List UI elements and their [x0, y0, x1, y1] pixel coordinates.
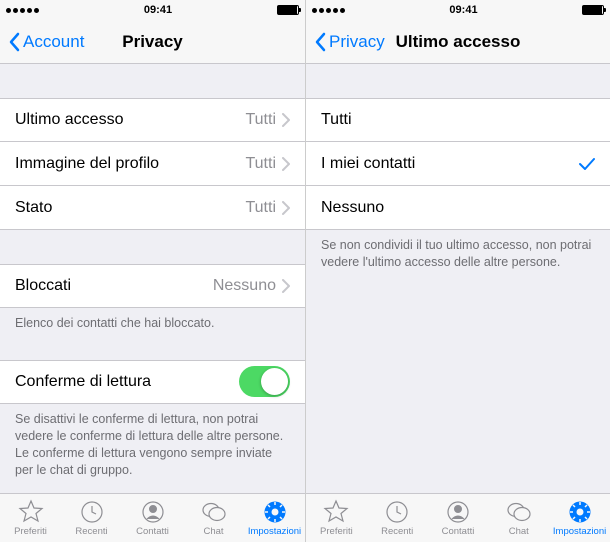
tab-contatti[interactable]: Contatti [122, 494, 183, 542]
checkmark-icon [579, 157, 595, 171]
cell-label: Bloccati [15, 277, 71, 295]
cell-value: Tutti [245, 155, 276, 173]
star-icon [18, 499, 44, 525]
row-ultimo-accesso[interactable]: Ultimo accesso Tutti [0, 98, 305, 142]
back-label: Privacy [329, 32, 385, 52]
tab-label: Recenti [75, 526, 107, 537]
tab-preferiti[interactable]: Preferiti [306, 494, 367, 542]
status-time: 09:41 [144, 4, 172, 16]
nav-bar: Account Privacy [0, 20, 305, 64]
battery-icon [582, 5, 604, 15]
chevron-right-icon [282, 201, 290, 215]
back-button[interactable]: Privacy [314, 32, 385, 52]
cell-label: I miei contatti [321, 155, 415, 173]
status-time: 09:41 [449, 4, 477, 16]
cell-label: Nessuno [321, 199, 384, 217]
tab-label: Contatti [442, 526, 475, 537]
contact-icon [445, 499, 471, 525]
cell-label: Immagine del profilo [15, 155, 159, 173]
contact-icon [140, 499, 166, 525]
tab-recenti[interactable]: Recenti [367, 494, 428, 542]
chevron-right-icon [282, 279, 290, 293]
page-title: Privacy [122, 32, 183, 52]
row-bloccati[interactable]: Bloccati Nessuno [0, 264, 305, 308]
screen-ultimo-accesso: 09:41 Privacy Ultimo accesso Tutti I mie… [305, 0, 610, 542]
tab-label: Chat [203, 526, 223, 537]
status-bar: 09:41 [306, 0, 610, 20]
star-icon [323, 499, 349, 525]
tab-bar: Preferiti Recenti Contatti Chat Impostaz… [0, 493, 305, 542]
back-button[interactable]: Account [8, 32, 84, 52]
chevron-left-icon [314, 32, 326, 52]
tab-label: Contatti [136, 526, 169, 537]
last-seen-footer: Se non condividi il tuo ultimo accesso, … [306, 230, 610, 279]
content-area: Tutti I miei contatti Nessuno Se non con… [306, 64, 610, 493]
tab-label: Preferiti [14, 526, 47, 537]
tab-bar: Preferiti Recenti Contatti Chat Impostaz… [306, 493, 610, 542]
row-immagine-profilo[interactable]: Immagine del profilo Tutti [0, 142, 305, 186]
tab-label: Impostazioni [248, 526, 301, 537]
tab-chat[interactable]: Chat [488, 494, 549, 542]
tab-impostazioni[interactable]: Impostazioni [549, 494, 610, 542]
option-miei-contatti[interactable]: I miei contatti [306, 142, 610, 186]
option-nessuno[interactable]: Nessuno [306, 186, 610, 230]
status-bar: 09:41 [0, 0, 305, 20]
nav-bar: Privacy Ultimo accesso [306, 20, 610, 64]
chat-icon [506, 499, 532, 525]
battery-icon [277, 5, 299, 15]
tab-impostazioni[interactable]: Impostazioni [244, 494, 305, 542]
tab-chat[interactable]: Chat [183, 494, 244, 542]
tab-preferiti[interactable]: Preferiti [0, 494, 61, 542]
blocked-footer: Elenco dei contatti che hai bloccato. [0, 308, 305, 340]
chevron-left-icon [8, 32, 20, 52]
back-label: Account [23, 32, 84, 52]
content-area: Ultimo accesso Tutti Immagine del profil… [0, 64, 305, 493]
screen-privacy: 09:41 Account Privacy Ultimo accesso Tut… [0, 0, 305, 542]
cell-label: Ultimo accesso [15, 111, 123, 129]
tab-label: Recenti [381, 526, 413, 537]
chat-icon [201, 499, 227, 525]
option-tutti[interactable]: Tutti [306, 98, 610, 142]
chevron-right-icon [282, 157, 290, 171]
tab-contatti[interactable]: Contatti [428, 494, 489, 542]
tab-label: Preferiti [320, 526, 353, 537]
gear-icon [567, 499, 593, 525]
tab-recenti[interactable]: Recenti [61, 494, 122, 542]
clock-icon [384, 499, 410, 525]
cell-label: Conferme di lettura [15, 373, 151, 391]
cell-value: Tutti [245, 111, 276, 129]
tab-label: Impostazioni [553, 526, 606, 537]
cell-value: Tutti [245, 199, 276, 217]
row-conferme-lettura: Conferme di lettura [0, 360, 305, 404]
gear-icon [262, 499, 288, 525]
clock-icon [79, 499, 105, 525]
signal-icon [6, 8, 39, 13]
page-title: Ultimo accesso [396, 32, 521, 52]
cell-value: Nessuno [213, 277, 276, 295]
tab-label: Chat [509, 526, 529, 537]
chevron-right-icon [282, 113, 290, 127]
row-stato[interactable]: Stato Tutti [0, 186, 305, 230]
read-receipts-footer: Se disattivi le conferme di lettura, non… [0, 404, 305, 487]
cell-label: Tutti [321, 111, 352, 129]
read-receipts-switch[interactable] [239, 366, 290, 397]
cell-label: Stato [15, 199, 52, 217]
signal-icon [312, 8, 345, 13]
